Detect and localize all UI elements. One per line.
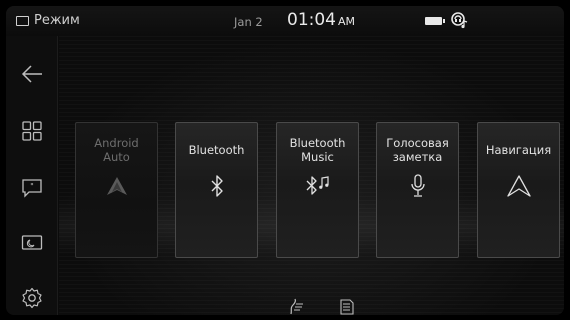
grid-icon <box>22 121 42 141</box>
air-flow-icon[interactable] <box>287 298 305 315</box>
settings-button[interactable] <box>18 284 46 312</box>
main-area: Android Auto Bluetooth Bluetooth Music Г… <box>59 36 564 315</box>
app-tile-navigation[interactable]: Навигация <box>477 122 560 258</box>
app-label: Навигация <box>485 143 552 157</box>
bluetooth-icon <box>176 173 257 199</box>
svg-text:": " <box>30 182 34 191</box>
screen-icon <box>21 235 43 250</box>
android-auto-icon <box>76 173 157 199</box>
app-label: Bluetooth Music <box>289 136 346 164</box>
messages-button[interactable]: " <box>18 174 46 202</box>
mode-label: Режим <box>34 13 80 28</box>
mode-icon <box>16 15 29 26</box>
app-label: Android Auto <box>94 136 139 164</box>
apps-grid-button[interactable] <box>18 117 46 145</box>
message-icon: " <box>22 179 42 198</box>
time-label: 01:04 <box>287 10 336 30</box>
display-button[interactable] <box>18 229 46 257</box>
phone-audio-icon <box>449 10 471 34</box>
clock: 01:04 AM <box>287 10 355 30</box>
battery-icon <box>425 17 445 25</box>
back-arrow-icon <box>21 65 42 83</box>
app-tile-voice-memo[interactable]: Голосовая заметка <box>376 122 459 258</box>
app-tile-bluetooth[interactable]: Bluetooth <box>175 122 258 258</box>
screen: Режим Jan 2 01:04 AM " Android Auto Blue… <box>6 6 564 315</box>
gear-icon <box>22 287 42 309</box>
bluetooth-music-icon <box>277 173 358 199</box>
back-button[interactable] <box>18 60 46 88</box>
app-label: Голосовая заметка <box>386 136 449 164</box>
status-bar: Режим Jan 2 01:04 AM <box>6 6 564 36</box>
heated-seat-icon[interactable] <box>338 298 356 315</box>
date-label: Jan 2 <box>234 15 263 29</box>
ampm-label: AM <box>338 15 356 28</box>
app-tile-android-auto[interactable]: Android Auto <box>75 122 158 258</box>
sidebar: " <box>6 36 58 315</box>
app-tile-bluetooth-music[interactable]: Bluetooth Music <box>276 122 359 258</box>
mode-button[interactable]: Режим <box>16 13 80 28</box>
microphone-icon <box>377 173 458 199</box>
navigation-icon <box>478 173 559 199</box>
app-label: Bluetooth <box>188 143 245 157</box>
